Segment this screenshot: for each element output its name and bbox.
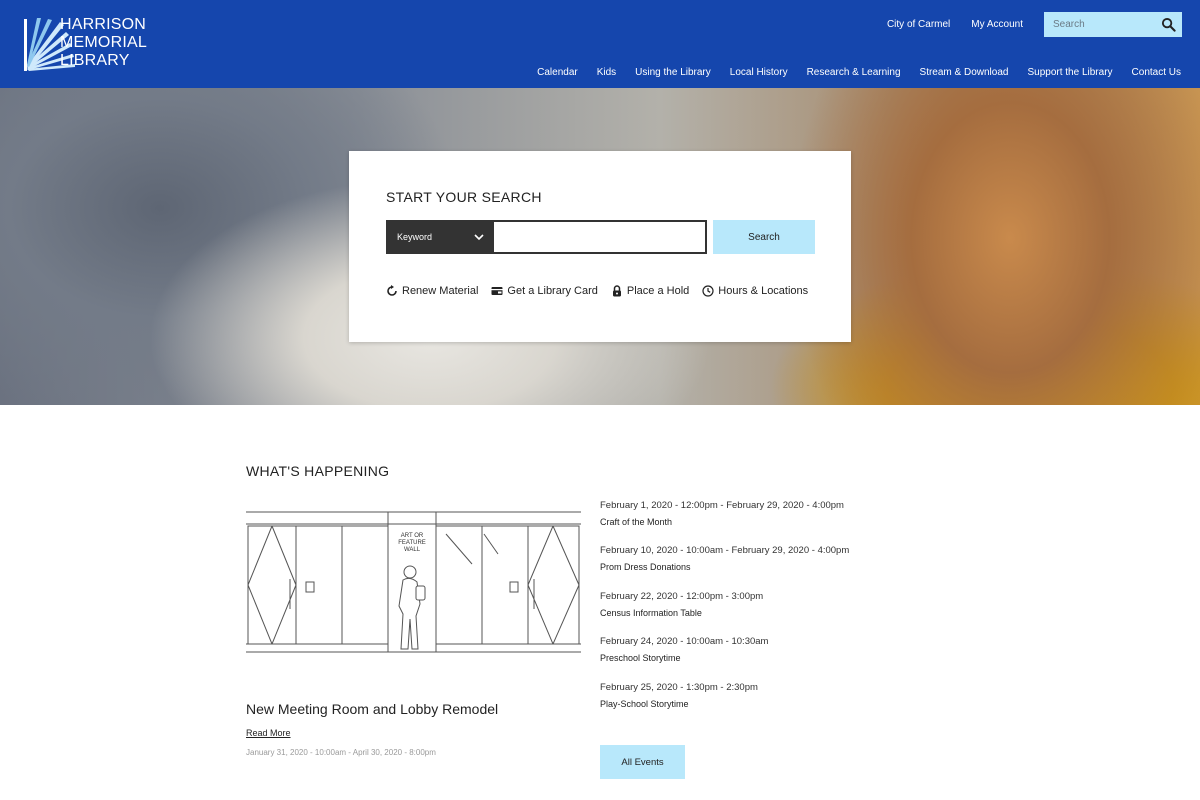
card-icon [491, 287, 503, 295]
library-logo[interactable]: HARRISON MEMORIAL LIBRARY [20, 14, 160, 74]
hours-locations-link[interactable]: Hours & Locations [702, 285, 808, 297]
events-list: February 1, 2020 - 12:00pm - February 29… [600, 500, 900, 727]
list-item: February 24, 2020 - 10:00am - 10:30am Pr… [600, 636, 900, 681]
whats-happening-title: WHAT'S HAPPENING [246, 463, 390, 479]
feature-title[interactable]: New Meeting Room and Lobby Remodel [246, 701, 498, 717]
event-title[interactable]: Craft of the Month [600, 516, 900, 528]
renew-material-link[interactable]: Renew Material [386, 285, 478, 297]
catalog-search-row: Keyword Search [386, 220, 815, 254]
feature-wall-label-1: ART OR [401, 533, 424, 539]
place-hold-label: Place a Hold [626, 285, 690, 297]
logo-line-3: LIBRARY [60, 52, 130, 69]
list-item: February 10, 2020 - 10:00am - February 2… [600, 545, 900, 590]
floor-plan-sketch: ART OR FEATURE WALL [246, 511, 581, 653]
header-search-input[interactable] [1044, 12, 1154, 37]
hours-locations-label: Hours & Locations [718, 285, 809, 297]
hero-banner: START YOUR SEARCH Keyword Search Renew M… [0, 88, 1200, 405]
clock-icon [702, 285, 714, 297]
place-hold-link[interactable]: Place a Hold [611, 285, 689, 297]
feature-wall-label-2: FEATURE [398, 540, 426, 546]
read-more-link[interactable]: Read More [246, 728, 291, 738]
list-item: February 25, 2020 - 1:30pm - 2:30pm Play… [600, 682, 900, 727]
nav-calendar[interactable]: Calendar [537, 67, 578, 78]
utility-bar: City of Carmel My Account [887, 12, 1182, 37]
event-date: February 22, 2020 - 12:00pm - 3:00pm [600, 590, 764, 602]
lock-icon [612, 285, 621, 297]
search-icon[interactable] [1161, 17, 1176, 32]
nav-stream-download[interactable]: Stream & Download [920, 67, 1009, 78]
feature-date: January 31, 2020 - 10:00am - April 30, 2… [246, 748, 436, 757]
nav-kids[interactable]: Kids [597, 67, 616, 78]
site-header: HARRISON MEMORIAL LIBRARY City of Carmel… [0, 0, 1200, 88]
get-library-card-link[interactable]: Get a Library Card [491, 285, 598, 297]
logo-line-1: HARRISON [60, 16, 147, 33]
event-title[interactable]: Census Information Table [600, 607, 900, 619]
catalog-search-input[interactable] [494, 220, 707, 254]
feature-image[interactable]: ART OR FEATURE WALL [246, 504, 581, 662]
my-account-link[interactable]: My Account [971, 19, 1023, 30]
event-title[interactable]: Play-School Storytime [600, 698, 900, 710]
list-item: February 1, 2020 - 12:00pm - February 29… [600, 500, 900, 545]
search-card: START YOUR SEARCH Keyword Search Renew M… [349, 151, 851, 342]
catalog-search-button[interactable]: Search [713, 220, 815, 254]
event-title[interactable]: Prom Dress Donations [600, 561, 900, 573]
renew-material-label: Renew Material [402, 285, 479, 297]
nav-using-the-library[interactable]: Using the Library [635, 67, 711, 78]
logo-line-2: MEMORIAL [60, 34, 147, 51]
get-library-card-label: Get a Library Card [507, 285, 598, 297]
chevron-down-icon [474, 234, 484, 241]
nav-contact-us[interactable]: Contact Us [1132, 67, 1181, 78]
nav-local-history[interactable]: Local History [730, 67, 788, 78]
logo-wordmark: HARRISON MEMORIAL LIBRARY [60, 16, 147, 70]
search-type-select[interactable]: Keyword [386, 220, 494, 254]
feature-wall-label-3: WALL [404, 547, 421, 553]
main-nav: Calendar Kids Using the Library Local Hi… [518, 67, 1181, 78]
event-date: February 10, 2020 - 10:00am - February 2… [600, 545, 850, 557]
list-item: February 22, 2020 - 12:00pm - 3:00pm Cen… [600, 591, 900, 636]
city-of-carmel-link[interactable]: City of Carmel [887, 19, 950, 30]
all-events-button[interactable]: All Events [600, 745, 685, 779]
event-date: February 1, 2020 - 12:00pm - February 29… [600, 500, 844, 511]
renew-icon [387, 285, 397, 296]
event-date: February 24, 2020 - 10:00am - 10:30am [600, 636, 769, 648]
event-title[interactable]: Preschool Storytime [600, 652, 900, 664]
event-date: February 25, 2020 - 1:30pm - 2:30pm [600, 681, 758, 693]
nav-support-the-library[interactable]: Support the Library [1027, 67, 1112, 78]
search-card-title: START YOUR SEARCH [386, 189, 542, 205]
quick-links: Renew Material Get a Library Card Place … [386, 285, 808, 297]
header-search [1044, 12, 1182, 37]
search-type-label: Keyword [397, 232, 433, 242]
nav-research-learning[interactable]: Research & Learning [807, 67, 901, 78]
